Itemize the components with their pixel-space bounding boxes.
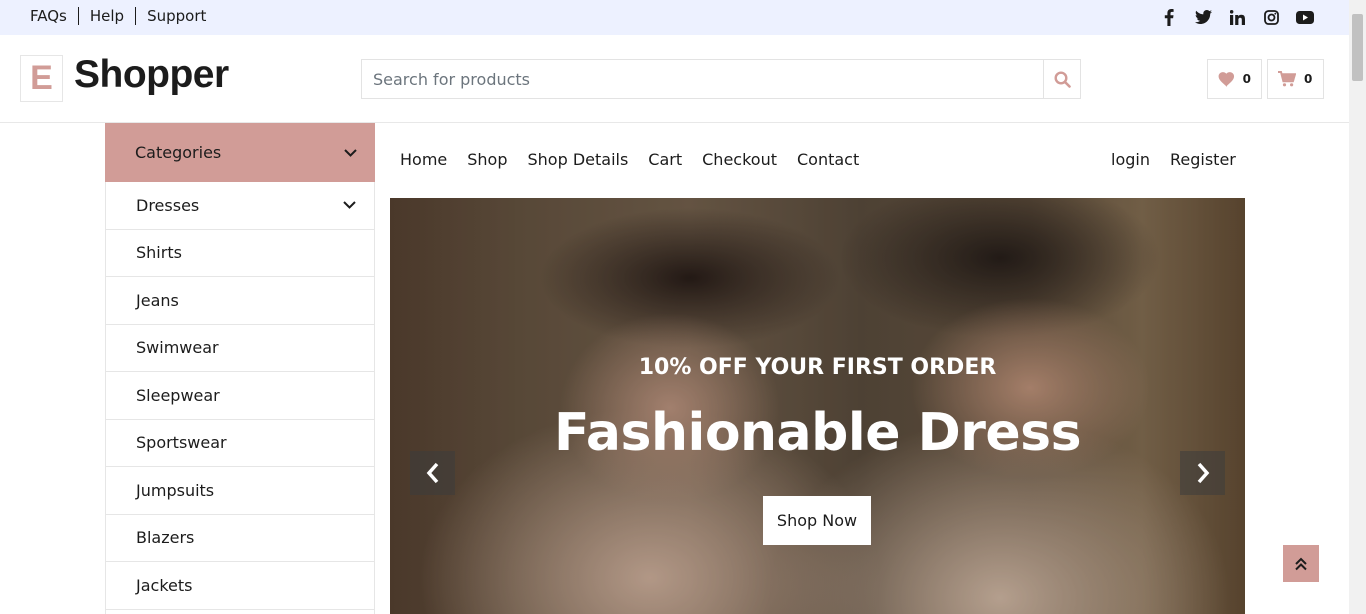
category-label: Sleepwear [136, 385, 220, 405]
category-label: Blazers [136, 528, 195, 548]
category-label: Jumpsuits [136, 480, 215, 500]
support-link[interactable]: Support [147, 7, 206, 25]
category-label: Jeans [136, 290, 179, 310]
logo-text[interactable]: Shopper [74, 53, 229, 97]
hero-carousel: 10% OFF YOUR FIRST ORDER Fashionable Dre… [390, 198, 1245, 614]
categories-list: Dresses Shirts Jeans Swimwear Sleepwear … [105, 182, 375, 614]
category-item-swimwear[interactable]: Swimwear [106, 325, 374, 372]
category-item-jeans[interactable]: Jeans [106, 277, 374, 325]
category-label: Shirts [136, 243, 182, 263]
chevron-right-icon [1197, 462, 1209, 484]
category-item-sleepwear[interactable]: Sleepwear [106, 372, 374, 420]
nav-cart[interactable]: Cart [648, 150, 682, 169]
scrollbar-thumb[interactable] [1352, 14, 1363, 81]
nav-shop[interactable]: Shop [467, 150, 507, 169]
divider [77, 7, 79, 25]
help-link[interactable]: Help [90, 7, 124, 25]
categories-title: Categories [135, 143, 222, 162]
category-item-sportswear[interactable]: Sportswear [106, 420, 374, 467]
wishlist-count: 0 [1242, 72, 1251, 86]
carousel-prev-button[interactable] [410, 451, 455, 495]
search-input[interactable] [362, 60, 1043, 98]
logo-mark[interactable]: E [20, 55, 63, 102]
faqs-link[interactable]: FAQs [30, 7, 67, 25]
vertical-scrollbar[interactable] [1349, 0, 1366, 614]
nav-checkout[interactable]: Checkout [702, 150, 777, 169]
chevron-down-icon [344, 148, 357, 157]
category-item-shirts[interactable]: Shirts [106, 230, 374, 277]
facebook-icon[interactable] [1159, 7, 1179, 27]
wishlist-button[interactable]: 0 [1207, 59, 1262, 99]
divider [135, 7, 137, 25]
twitter-icon[interactable] [1193, 7, 1213, 27]
carousel-next-button[interactable] [1180, 451, 1225, 495]
top-links: FAQs Help Support [30, 7, 206, 25]
linkedin-icon[interactable] [1227, 7, 1247, 27]
back-to-top-button[interactable] [1283, 545, 1319, 582]
instagram-icon[interactable] [1261, 7, 1281, 27]
social-links [1159, 7, 1315, 27]
category-item-jumpsuits[interactable]: Jumpsuits [106, 467, 374, 515]
category-label: Sportswear [136, 433, 227, 453]
nav-shop-details[interactable]: Shop Details [528, 150, 629, 169]
category-label: Swimwear [136, 338, 219, 358]
site-header: E Shopper 0 0 [0, 35, 1349, 123]
search-icon [1053, 70, 1071, 88]
category-item-jackets[interactable]: Jackets [106, 562, 374, 610]
hero-subtitle: 10% OFF YOUR FIRST ORDER [638, 355, 997, 380]
search-button[interactable] [1043, 60, 1080, 98]
categories-toggle[interactable]: Categories [105, 123, 375, 182]
category-label: Jackets [136, 575, 193, 595]
category-item-dresses[interactable]: Dresses [106, 182, 374, 230]
heart-icon [1218, 71, 1235, 87]
chevron-left-icon [426, 462, 438, 484]
nav-home[interactable]: Home [400, 150, 447, 169]
chevron-down-icon [343, 201, 356, 210]
double-chevron-up-icon [1295, 557, 1307, 570]
category-label: Dresses [136, 195, 200, 215]
youtube-icon[interactable] [1295, 7, 1315, 27]
hero-title: Fashionable Dress [553, 403, 1082, 463]
login-link[interactable]: login [1111, 150, 1150, 169]
main-nav: Home Shop Shop Details Cart Checkout Con… [400, 150, 859, 169]
cart-count: 0 [1304, 72, 1313, 86]
nav-contact[interactable]: Contact [797, 150, 859, 169]
shop-now-button[interactable]: Shop Now [763, 496, 871, 545]
cart-button[interactable]: 0 [1267, 59, 1324, 99]
auth-nav: login Register [1111, 150, 1236, 169]
category-item-blazers[interactable]: Blazers [106, 515, 374, 562]
top-bar: FAQs Help Support [0, 0, 1349, 35]
register-link[interactable]: Register [1170, 150, 1236, 169]
cart-icon [1278, 71, 1296, 87]
search-bar [361, 59, 1081, 99]
